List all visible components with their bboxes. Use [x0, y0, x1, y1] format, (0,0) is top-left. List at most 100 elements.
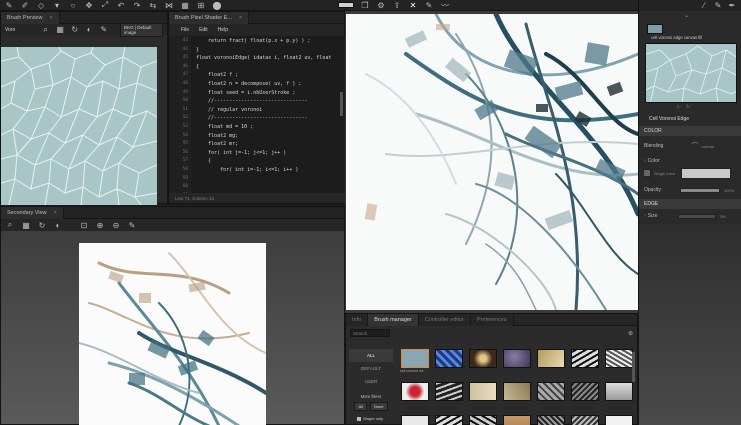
brush-search-input[interactable] — [350, 329, 390, 337]
color-icon[interactable]: ◐ — [53, 220, 63, 230]
mini-thumb[interactable] — [647, 24, 663, 34]
brush-swatch[interactable] — [571, 382, 599, 401]
size-value[interactable]: 3% — [720, 214, 726, 219]
lasso-icon[interactable]: ○ — [68, 0, 78, 10]
brush-tool-icon[interactable]: ✎ — [4, 0, 14, 10]
brush-swatch[interactable] — [537, 349, 565, 368]
brush-swatch[interactable] — [435, 382, 463, 401]
settings-icon[interactable]: ⚙ — [376, 0, 386, 10]
ruler-icon[interactable]: ⊞ — [196, 0, 206, 10]
more-filters-label[interactable]: More filters — [349, 394, 393, 399]
blending-value[interactable]: normal — [701, 144, 713, 149]
brush-icon[interactable]: ✎ — [127, 220, 137, 230]
flip-icon[interactable]: ⇆ — [148, 0, 158, 10]
main-canvas[interactable] — [346, 14, 638, 310]
menu-help[interactable]: Help — [218, 27, 228, 33]
tab-brush-manager[interactable]: Brush manager — [368, 313, 419, 326]
zoom-out-icon[interactable]: ⊖ — [111, 220, 121, 230]
brush-swatch[interactable] — [537, 415, 565, 425]
eraser-icon[interactable]: ◇ — [36, 0, 46, 10]
grid-view-icon[interactable]: ▦ — [21, 220, 31, 230]
symmetry-icon[interactable]: ⋈ — [164, 0, 174, 10]
undo-icon[interactable]: ↶ — [116, 0, 126, 10]
pen-tool-icon[interactable]: ✐ — [20, 0, 30, 10]
color-mode-icon[interactable] — [643, 169, 651, 177]
play-icon[interactable]: ▷ — [677, 104, 681, 110]
brush-swatch[interactable] — [503, 349, 531, 368]
chevron-down-icon[interactable]: ⌄ — [684, 12, 689, 19]
transform-icon[interactable]: ⤢ — [100, 0, 110, 10]
pencil-icon[interactable]: ✎ — [713, 1, 723, 11]
blending-curve-icon[interactable]: ⌒ — [691, 141, 698, 151]
code-area[interactable]: 43444546474849505152535455565758596061 r… — [169, 36, 345, 194]
brush-mode-icon[interactable]: ✎ — [424, 0, 434, 10]
menu-edit[interactable]: Edit — [199, 27, 208, 33]
size-slider[interactable] — [677, 213, 716, 219]
close-mode-icon[interactable]: ✕ — [408, 0, 418, 10]
none-button[interactable]: None — [369, 402, 388, 411]
opacity-slider[interactable] — [680, 187, 720, 193]
add-brush-icon[interactable]: ⊕ — [628, 330, 633, 337]
category-user[interactable]: USER — [349, 375, 393, 388]
brush-swatch[interactable] — [503, 382, 531, 401]
brush-swatch[interactable] — [401, 382, 429, 401]
tab-info[interactable]: Info — [346, 313, 369, 326]
brush-swatch[interactable] — [435, 415, 463, 425]
close-icon[interactable]: × — [54, 210, 57, 216]
all-button[interactable]: All — [354, 402, 367, 411]
brush-swatch[interactable] — [605, 415, 633, 425]
code-scrollbar[interactable] — [340, 92, 343, 116]
move-icon[interactable]: ✥ — [84, 0, 94, 10]
tab-shader-editor[interactable]: Brush Pixel Shader E... × — [169, 11, 250, 24]
brush-swatch[interactable] — [571, 349, 599, 368]
opacity-value[interactable]: 100% — [724, 188, 734, 193]
brush-swatch[interactable] — [435, 349, 463, 368]
export-icon[interactable]: ⇪ — [392, 0, 402, 10]
category-all[interactable]: ALL — [349, 349, 393, 362]
fit-icon[interactable]: ⊡ — [79, 220, 89, 230]
wand-icon[interactable]: ⁄ — [699, 1, 709, 11]
brush-swatch[interactable] — [469, 415, 497, 425]
shape-only-checkbox[interactable] — [357, 416, 361, 421]
color-icon[interactable]: ◐ — [85, 25, 94, 35]
brush-swatch[interactable] — [605, 382, 633, 401]
brush-swatch[interactable] — [503, 415, 531, 425]
brush-swatch[interactable] — [469, 349, 497, 368]
brush-swatch[interactable] — [401, 415, 429, 425]
zoom-in-icon[interactable]: ⊕ — [95, 220, 105, 230]
color-mode-value[interactable]: Single color — [654, 171, 678, 176]
close-icon[interactable]: × — [239, 15, 242, 21]
grid-view-icon[interactable]: ▦ — [56, 25, 65, 35]
search-icon[interactable]: ⌕ — [5, 220, 15, 230]
brush-size-preview[interactable] — [338, 2, 354, 8]
redo-icon[interactable]: ↷ — [132, 0, 142, 10]
refresh-icon[interactable]: ↻ — [37, 220, 47, 230]
color-picker-icon[interactable]: ⬤ — [212, 0, 222, 10]
fill-icon[interactable]: ▾ — [52, 0, 62, 10]
secondary-canvas[interactable] — [79, 243, 266, 425]
tab-secondary-view[interactable]: Secondary View × — [1, 206, 64, 219]
brush-swatch[interactable] — [571, 415, 599, 425]
color-row[interactable]: › Color — [639, 155, 741, 167]
bkg-select[interactable]: BKG | Default image — [120, 22, 164, 37]
tab-brush-preview[interactable]: Brush Preview × — [1, 11, 60, 24]
menu-file[interactable]: File — [181, 27, 189, 33]
refresh-icon[interactable]: ↻ — [686, 104, 690, 110]
color-section-header[interactable]: COLOR — [639, 126, 741, 136]
category-default[interactable]: DEFAULT — [349, 362, 393, 375]
brush-icon[interactable]: ✒ — [727, 1, 737, 11]
brush-grid-scrollbar[interactable] — [632, 352, 635, 382]
refresh-icon[interactable]: ↻ — [70, 25, 79, 35]
brush-icon[interactable]: ✎ — [99, 25, 108, 35]
search-icon[interactable]: ⌕ — [41, 25, 50, 35]
close-icon[interactable]: × — [49, 15, 52, 21]
brush-swatch[interactable] — [401, 349, 429, 368]
brush-thumbnail[interactable] — [645, 43, 737, 103]
brush-swatch[interactable] — [605, 349, 633, 368]
voronoi-preview-canvas[interactable] — [1, 47, 157, 205]
layers-icon[interactable]: ❒ — [360, 0, 370, 10]
smudge-icon[interactable]: 〰 — [440, 0, 450, 10]
tab-controller-editor[interactable]: Controller editor — [418, 313, 471, 326]
grid-icon[interactable]: ▦ — [180, 0, 190, 10]
edge-section-header[interactable]: EDGE — [639, 199, 741, 209]
